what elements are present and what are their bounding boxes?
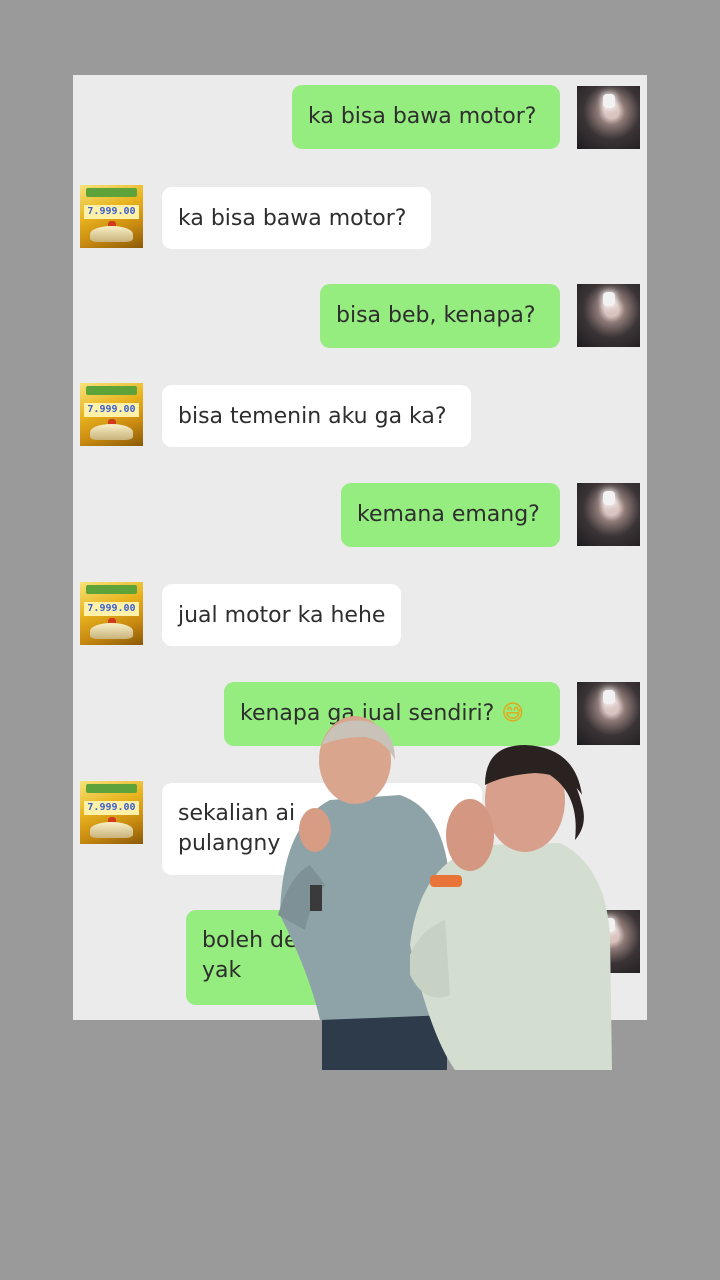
avatar-price-text: 7.999.00 [84,801,139,815]
avatar-banner-icon [86,784,137,793]
avatar-pile-icon [90,226,133,242]
avatar-pile-icon [90,822,133,838]
right-man-figure [410,745,612,1070]
my-avatar-icon[interactable] [577,284,640,347]
avatar-banner-icon [86,386,137,395]
my-avatar-icon[interactable] [577,86,640,149]
laughing-men-sticker-icon [270,715,615,1070]
avatar-banner-icon [86,585,137,594]
outgoing-message-bubble[interactable]: ka bisa bawa motor? [292,85,560,149]
incoming-message-bubble[interactable]: jual motor ka hehe [162,584,401,646]
message-text: kemana emang? [357,502,540,527]
avatar-price-text: 7.999.00 [84,602,139,616]
contact-avatar-icon[interactable]: 7.999.00 [80,582,143,645]
avatar-pile-icon [90,424,133,440]
my-avatar-icon[interactable] [577,483,640,546]
outgoing-message-bubble[interactable]: kemana emang? [341,483,560,547]
message-text: jual motor ka hehe [178,603,386,628]
contact-avatar-icon[interactable]: 7.999.00 [80,781,143,844]
outgoing-message-bubble[interactable]: bisa beb, kenapa? [320,284,560,348]
sticker-drawing [278,716,612,1070]
message-text: bisa temenin aku ga ka? [178,404,447,429]
contact-avatar-icon[interactable]: 7.999.00 [80,383,143,446]
message-text: ka bisa bawa motor? [308,104,537,129]
left-man-figure [278,716,450,1070]
message-text: ka bisa bawa motor? [178,206,407,231]
avatar-price-text: 7.999.00 [84,205,139,219]
message-text: bisa beb, kenapa? [336,303,536,328]
avatar-pile-icon [90,623,133,639]
avatar-banner-icon [86,188,137,197]
contact-avatar-icon[interactable]: 7.999.00 [80,185,143,248]
avatar-price-text: 7.999.00 [84,403,139,417]
incoming-message-bubble[interactable]: bisa temenin aku ga ka? [162,385,471,447]
incoming-message-bubble[interactable]: ka bisa bawa motor? [162,187,431,249]
